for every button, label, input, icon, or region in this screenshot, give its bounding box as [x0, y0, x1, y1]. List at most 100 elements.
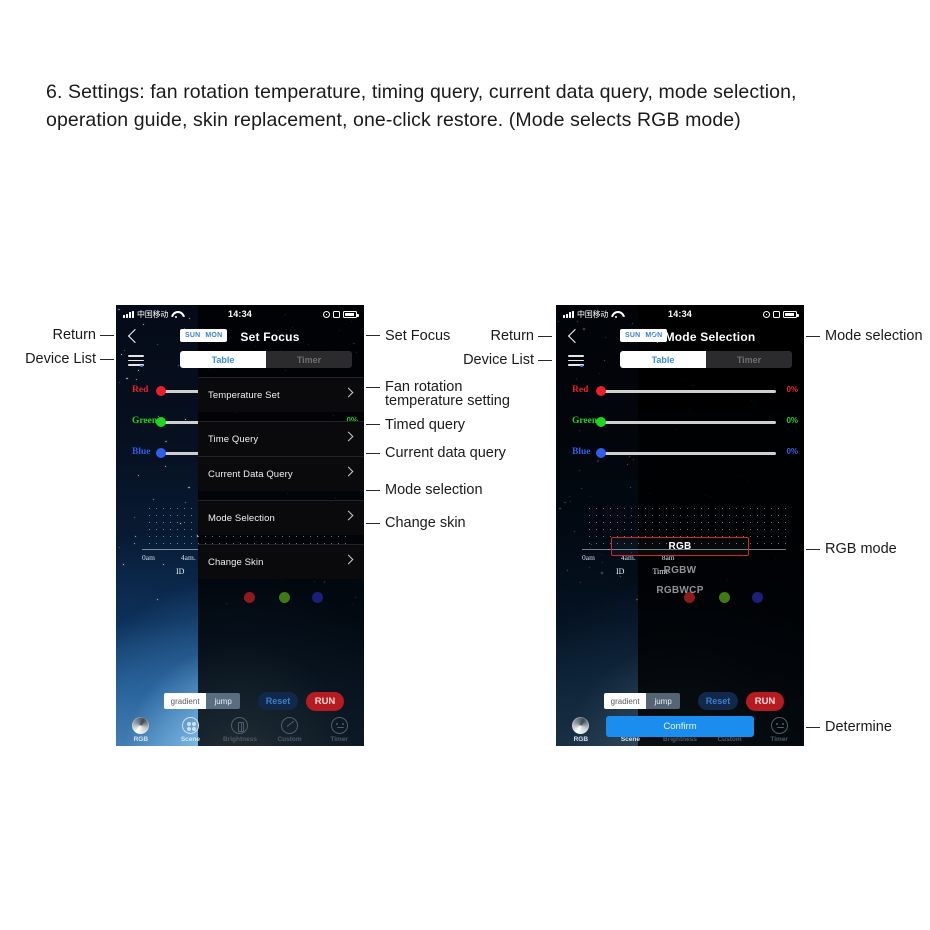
leader-line — [538, 336, 552, 337]
slider-knob-green[interactable] — [596, 417, 606, 427]
menu-item-current-data-query[interactable]: Current Data Query — [198, 456, 364, 491]
nav-bar-right: Mode Selection — [556, 323, 804, 353]
tab-label-scene: Scene — [180, 736, 200, 743]
back-chevron-icon[interactable] — [128, 328, 139, 346]
mode-toggle-gradient-jump[interactable]: gradient jump — [604, 693, 680, 709]
segment-timer[interactable]: Timer — [706, 351, 792, 368]
page-root: 6. Settings: fan rotation temperature, t… — [0, 0, 930, 930]
back-chevron-icon[interactable] — [568, 328, 579, 346]
tab-scene[interactable]: Scene — [166, 714, 216, 746]
battery-icon — [343, 310, 359, 318]
segmented-control-left[interactable]: Table Timer — [180, 351, 352, 368]
rgb-sphere-icon — [132, 717, 150, 734]
mode-option-list: RGB RGBW RGBWCP — [556, 537, 804, 605]
tab-brightness[interactable]: Brightness — [215, 714, 265, 746]
hamburger-line — [568, 355, 584, 357]
run-button[interactable]: RUN — [306, 692, 344, 711]
chevron-right-icon — [343, 431, 354, 442]
caption-line-1: 6. Settings: fan rotation temperature, t… — [46, 81, 797, 103]
custom-pen-icon — [281, 717, 299, 734]
chart-tick-4am: 4am. — [180, 553, 196, 562]
slider-knob-blue[interactable] — [596, 448, 606, 458]
slider-label-green: Green — [132, 416, 158, 426]
segmented-control-right[interactable]: Table Timer — [620, 351, 792, 368]
segment-table[interactable]: Table — [180, 351, 266, 368]
chart-tick-0am: 0am — [142, 553, 155, 562]
reset-button[interactable]: Reset — [258, 692, 298, 710]
menu-item-mode-selection[interactable]: Mode Selection — [198, 500, 364, 535]
tab-rgb[interactable]: RGB — [116, 714, 166, 746]
tab-label-scene: Scene — [620, 736, 640, 743]
slider-label-green: Green — [572, 416, 598, 426]
menu-item-change-skin[interactable]: Change Skin — [198, 544, 364, 579]
annotation-mode-selection-mid: Mode selection — [385, 482, 483, 498]
tab-label-timer: Timer — [330, 736, 348, 743]
brightness-icon — [231, 717, 249, 734]
color-dot-green[interactable] — [279, 592, 290, 603]
slider-row-blue[interactable]: Blue 0% — [556, 439, 804, 470]
jump-option[interactable]: jump — [206, 693, 240, 709]
annotation-return-left: Return — [52, 327, 96, 343]
menu-label: Change Skin — [208, 556, 264, 568]
bottom-controls-right: gradient jump Reset RUN — [556, 690, 804, 716]
slider-knob-red[interactable] — [156, 386, 166, 396]
mode-option-rgbwcp[interactable]: RGBWCP — [556, 585, 804, 596]
chevron-right-icon — [343, 510, 354, 521]
device-list-badge-dot — [140, 364, 143, 367]
slider-track-green[interactable] — [600, 421, 776, 424]
slider-knob-red[interactable] — [596, 386, 606, 396]
confirm-button[interactable]: Confirm — [606, 716, 754, 737]
tab-rgb[interactable]: RGB — [556, 714, 606, 746]
annotation-device-list-right: Device List — [463, 352, 534, 368]
run-button[interactable]: RUN — [746, 692, 784, 711]
segment-table[interactable]: Table — [620, 351, 706, 368]
reset-button[interactable]: Reset — [698, 692, 738, 710]
phone-screenshot-left: 中国移动 14:34 Set Focus SUN MON Table Timer… — [116, 305, 364, 746]
location-icon — [763, 310, 770, 318]
jump-option[interactable]: jump — [646, 693, 680, 709]
mode-option-rgb[interactable]: RGB — [611, 537, 749, 556]
slider-knob-blue[interactable] — [156, 448, 166, 458]
slider-row-red[interactable]: Red 0% — [556, 377, 804, 408]
phone-screenshot-right: 中国移动 14:34 Mode Selection SUN MON Table … — [556, 305, 804, 746]
day-chip-left[interactable]: SUN MON — [180, 329, 228, 342]
device-list-icon[interactable] — [568, 355, 584, 367]
annotation-current-data-query: Current data query — [385, 445, 506, 461]
menu-label: Time Query — [208, 433, 259, 445]
slider-track-blue[interactable] — [600, 452, 776, 455]
color-dot-red[interactable] — [244, 592, 255, 603]
menu-label: Current Data Query — [208, 468, 293, 480]
gradient-option[interactable]: gradient — [604, 693, 647, 709]
slider-label-red: Red — [572, 385, 589, 395]
leader-line — [806, 727, 820, 728]
tab-timer[interactable]: Timer — [314, 714, 364, 746]
menu-item-temperature-set[interactable]: Temperature Set — [198, 377, 364, 412]
slider-row-green[interactable]: Green 0% — [556, 408, 804, 439]
menu-label: Mode Selection — [208, 512, 275, 524]
annotation-timed-query: Timed query — [385, 417, 466, 433]
mode-option-rgbw[interactable]: RGBW — [556, 565, 804, 576]
annotation-fan-rotation-line2: temperature setting — [385, 393, 510, 409]
status-bar-left: 中国移动 14:34 — [116, 305, 364, 323]
color-dot-blue[interactable] — [312, 592, 323, 603]
slider-label-blue: Blue — [572, 447, 591, 457]
tab-custom[interactable]: Custom — [265, 714, 315, 746]
annotation-mode-selection-right: Mode selection — [825, 328, 923, 344]
settings-menu-left: Temperature Set Time Query Current Data … — [198, 377, 364, 579]
menu-divider — [198, 491, 364, 500]
segment-timer[interactable]: Timer — [266, 351, 352, 368]
menu-label: Temperature Set — [208, 389, 280, 401]
mode-toggle-gradient-jump[interactable]: gradient jump — [164, 693, 240, 709]
tab-timer[interactable]: Timer — [754, 714, 804, 746]
gradient-option[interactable]: gradient — [164, 693, 207, 709]
hamburger-line — [128, 359, 144, 361]
slider-label-blue: Blue — [132, 447, 151, 457]
rgb-sliders-right: Red 0% Green 0% Blue 0% — [556, 377, 804, 470]
slider-track-red[interactable] — [600, 390, 776, 393]
modal-back-chevron-icon[interactable] — [652, 329, 662, 345]
tab-label-rgb: RGB — [133, 736, 149, 743]
chevron-right-icon — [343, 387, 354, 398]
device-list-icon[interactable] — [128, 355, 144, 367]
slider-knob-green[interactable] — [156, 417, 166, 427]
menu-item-time-query[interactable]: Time Query — [198, 421, 364, 456]
